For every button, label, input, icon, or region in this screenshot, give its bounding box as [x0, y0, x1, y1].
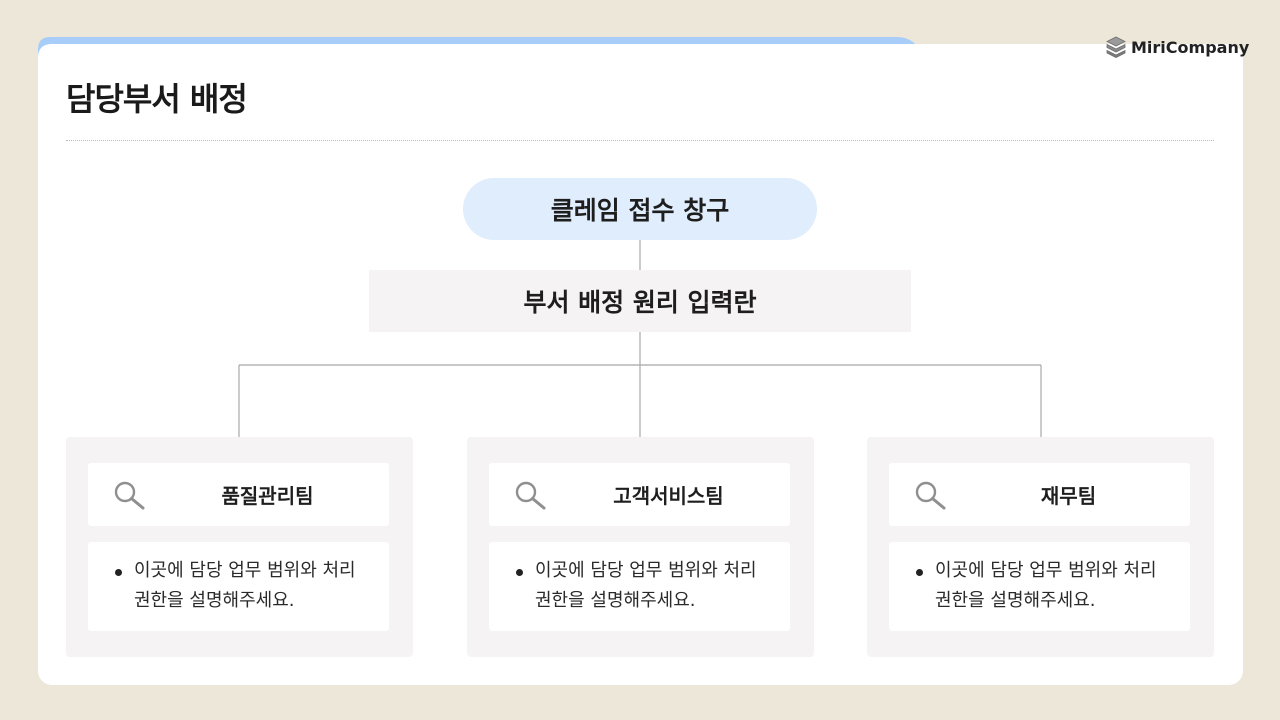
department-description-box: 이곳에 담당 업무 범위와 처리 권한을 설명해주세요. — [88, 542, 389, 631]
root-node: 클레임 접수 창구 — [463, 178, 817, 240]
bullet-icon — [916, 569, 923, 576]
bullet-icon — [516, 569, 523, 576]
department-header: 품질관리팀 — [88, 463, 389, 526]
department-description: 이곳에 담당 업무 범위와 처리 권한을 설명해주세요. — [134, 560, 356, 611]
department-description-box: 이곳에 담당 업무 범위와 처리 권한을 설명해주세요. — [889, 542, 1190, 631]
department-name: 고객서비스팀 — [613, 484, 724, 508]
department-description: 이곳에 담당 업무 범위와 처리 권한을 설명해주세요. — [535, 560, 757, 611]
principle-input-box[interactable]: 부서 배정 원리 입력란 — [369, 270, 911, 332]
search-icon — [915, 481, 946, 510]
search-icon — [114, 481, 145, 510]
department-card-quality: 품질관리팀 이곳에 담당 업무 범위와 처리 권한을 설명해주세요. — [66, 437, 413, 657]
department-name: 재무팀 — [1040, 484, 1097, 508]
department-header: 고객서비스팀 — [489, 463, 790, 526]
department-description: 이곳에 담당 업무 범위와 처리 권한을 설명해주세요. — [935, 560, 1157, 611]
department-description-box: 이곳에 담당 업무 범위와 처리 권한을 설명해주세요. — [489, 542, 790, 631]
department-card-finance: 재무팀 이곳에 담당 업무 범위와 처리 권한을 설명해주세요. — [867, 437, 1214, 657]
department-card-customer-service: 고객서비스팀 이곳에 담당 업무 범위와 처리 권한을 설명해주세요. — [467, 437, 814, 657]
department-header: 재무팀 — [889, 463, 1190, 526]
department-name: 품질관리팀 — [221, 484, 314, 508]
search-icon — [515, 481, 546, 510]
bullet-icon — [115, 569, 122, 576]
